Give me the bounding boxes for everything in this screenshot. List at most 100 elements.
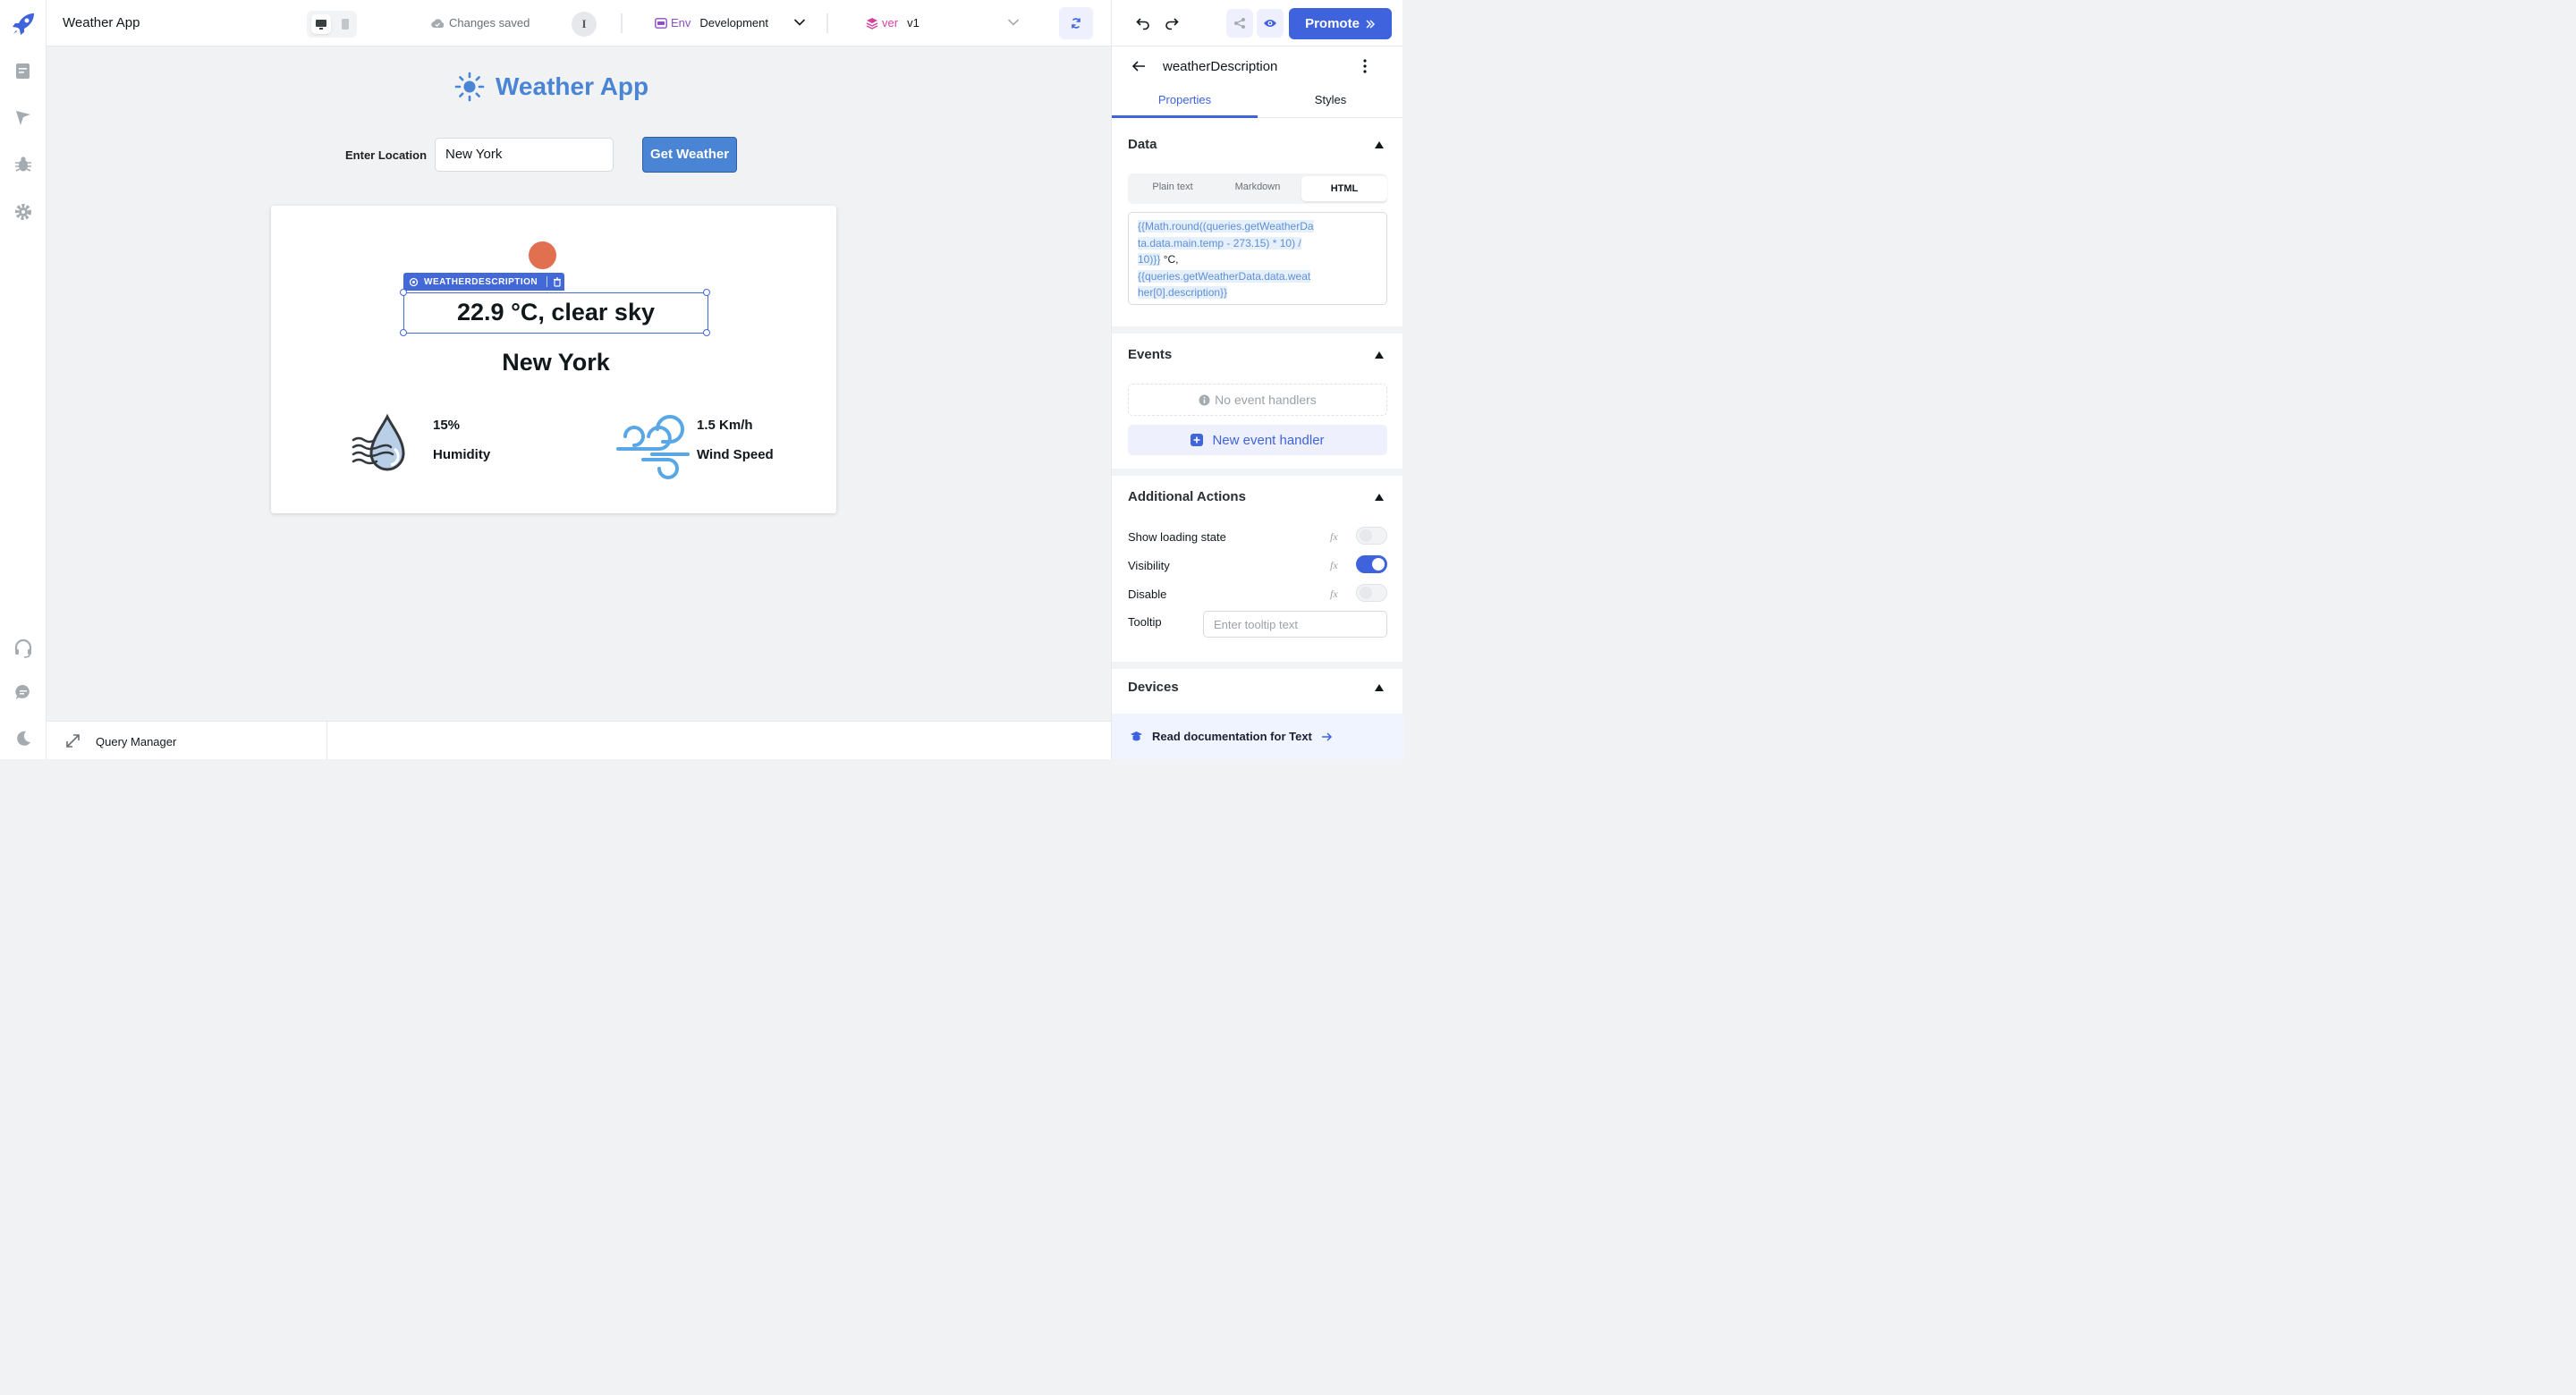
wind-speed-label[interactable]: Wind Speed <box>697 447 774 462</box>
back-arrow-icon[interactable] <box>1131 60 1146 72</box>
documentation-link[interactable]: Read documentation for Text <box>1112 714 1403 759</box>
collapse-caret-icon[interactable] <box>1375 494 1384 501</box>
city-name-text[interactable]: New York <box>403 349 708 376</box>
app-name[interactable]: Weather App <box>63 15 140 30</box>
wind-icon <box>616 410 691 481</box>
format-markdown[interactable]: Markdown <box>1215 182 1301 192</box>
environment-icon <box>655 17 667 29</box>
canvas-app-header: Weather App <box>454 72 648 102</box>
share-button[interactable] <box>1226 9 1253 38</box>
visibility-toggle[interactable] <box>1356 555 1387 573</box>
code-expression: {{queries.getWeatherData.data.weat <box>1138 269 1311 283</box>
resize-handle[interactable] <box>400 289 407 296</box>
humidity-icon <box>352 413 418 479</box>
weather-icon-image[interactable] <box>529 241 556 269</box>
canvas-app-title[interactable]: Weather App <box>496 72 648 101</box>
version-selector[interactable]: ver v1 <box>866 16 919 30</box>
preview-button[interactable] <box>1257 9 1284 38</box>
tab-properties[interactable]: Properties <box>1112 93 1258 106</box>
toggle-knob <box>1360 587 1372 599</box>
more-options-icon[interactable] <box>1363 59 1367 73</box>
component-tag[interactable]: WEATHERDESCRIPTION <box>403 273 564 291</box>
rocket-logo-icon[interactable] <box>11 12 36 37</box>
data-section-title[interactable]: Data <box>1128 137 1157 152</box>
get-weather-button[interactable]: Get Weather <box>642 137 737 173</box>
redo-icon[interactable] <box>1165 16 1179 30</box>
resize-handle[interactable] <box>703 329 710 336</box>
code-line: 10)}} °C, <box>1138 251 1377 268</box>
collapse-caret-icon[interactable] <box>1375 684 1384 691</box>
location-input[interactable]: New York <box>435 138 614 172</box>
gear-icon <box>409 277 419 286</box>
chevron-down-icon[interactable] <box>793 18 806 27</box>
environment-value: Development <box>699 16 769 30</box>
chat-icon[interactable] <box>13 682 33 702</box>
show-loading-state-toggle[interactable] <box>1356 527 1387 545</box>
info-button[interactable]: I <box>572 12 597 37</box>
code-line: {{Math.round((queries.getWeatherDa <box>1138 218 1377 235</box>
temperature-description-text[interactable]: 22.9 °C, clear sky <box>403 299 708 326</box>
dark-mode-moon-icon[interactable] <box>13 729 33 748</box>
query-manager-label[interactable]: Query Manager <box>96 735 176 748</box>
inspector-icon[interactable] <box>13 108 33 128</box>
component-tag-label: WEATHERDESCRIPTION <box>424 276 538 287</box>
new-event-handler-button[interactable]: New event handler <box>1128 425 1387 455</box>
desktop-icon <box>316 20 326 30</box>
divider <box>826 13 828 33</box>
collapse-caret-icon[interactable] <box>1375 351 1384 359</box>
tab-styles[interactable]: Styles <box>1258 93 1403 106</box>
double-chevron-right-icon <box>1366 19 1375 29</box>
right-header: Promote <box>1111 0 1402 46</box>
humidity-value[interactable]: 15% <box>433 418 460 433</box>
mobile-view-button[interactable] <box>335 14 355 34</box>
plus-icon <box>1191 434 1204 446</box>
environment-selector[interactable]: Env Development <box>655 16 768 30</box>
code-line: {{queries.getWeatherData.data.weat <box>1138 268 1377 285</box>
fx-toggle-icon[interactable]: fx <box>1330 559 1338 572</box>
wind-speed-value[interactable]: 1.5 Km/h <box>697 418 753 433</box>
disable-toggle[interactable] <box>1356 584 1387 602</box>
no-event-handlers: No event handlers <box>1128 384 1387 416</box>
tooltip-label: Tooltip <box>1128 615 1162 629</box>
collapse-caret-icon[interactable] <box>1375 141 1384 148</box>
section-divider <box>1112 469 1403 476</box>
inspector-tabs: Properties Styles <box>1112 86 1403 118</box>
inspector-panel: weatherDescription Properties Styles Dat… <box>1111 46 1403 759</box>
events-section-title[interactable]: Events <box>1128 347 1172 362</box>
code-expression: ta.data.main.temp - 273.15) * 10) / <box>1138 236 1301 249</box>
cloud-check-icon <box>431 18 444 28</box>
support-headset-icon[interactable] <box>13 638 33 658</box>
weather-card[interactable]: WEATHERDESCRIPTION 22.9 °C, clear sky Ne… <box>271 206 836 513</box>
desktop-view-button[interactable] <box>311 14 331 34</box>
promote-button[interactable]: Promote <box>1289 8 1392 39</box>
additional-actions-title[interactable]: Additional Actions <box>1128 489 1246 504</box>
visibility-label: Visibility <box>1128 559 1170 572</box>
trash-icon[interactable] <box>553 276 562 287</box>
save-status: Changes saved <box>431 16 530 30</box>
component-name[interactable]: weatherDescription <box>1163 59 1277 74</box>
humidity-label[interactable]: Humidity <box>433 447 490 462</box>
expand-icon[interactable] <box>65 733 80 748</box>
tooltip-input[interactable] <box>1203 611 1387 638</box>
fx-toggle-icon[interactable]: fx <box>1330 530 1338 544</box>
resize-handle[interactable] <box>400 329 407 336</box>
fx-toggle-icon[interactable]: fx <box>1330 588 1338 601</box>
data-format-switch: Plain text Markdown HTML <box>1128 173 1387 204</box>
undo-icon[interactable] <box>1136 16 1150 30</box>
pages-icon[interactable] <box>13 62 33 81</box>
devices-section-title[interactable]: Devices <box>1128 680 1179 695</box>
disable-label: Disable <box>1128 588 1167 601</box>
code-expression: {{Math.round((queries.getWeatherDa <box>1138 220 1314 232</box>
format-html[interactable]: HTML <box>1301 176 1387 201</box>
code-line: ta.data.main.temp - 273.15) * 10) / <box>1138 235 1377 252</box>
settings-gear-icon[interactable] <box>13 202 33 222</box>
eye-icon <box>1264 20 1276 27</box>
debugger-bug-icon[interactable] <box>13 155 33 174</box>
info-icon <box>1199 394 1210 405</box>
code-suffix: °C, <box>1160 253 1179 266</box>
chevron-down-icon[interactable] <box>1007 18 1020 27</box>
text-data-editor[interactable]: {{Math.round((queries.getWeatherDa ta.da… <box>1128 212 1387 305</box>
refresh-button[interactable] <box>1059 7 1093 39</box>
resize-handle[interactable] <box>703 289 710 296</box>
format-plain-text[interactable]: Plain text <box>1130 182 1216 192</box>
